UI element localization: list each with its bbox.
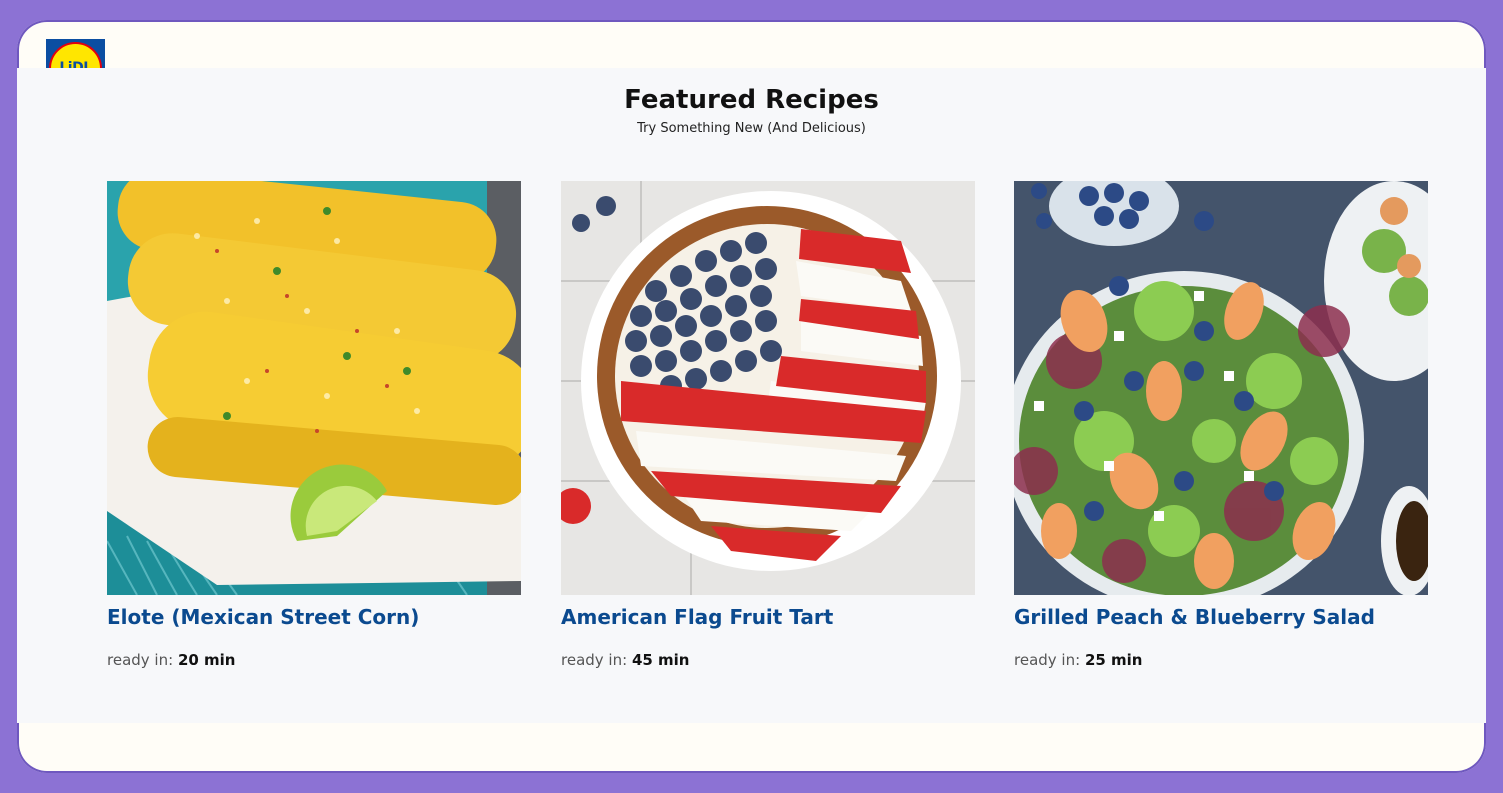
ready-time: 25 min bbox=[1084, 651, 1143, 669]
page-subtitle: Try Something New (And Delicious) bbox=[637, 121, 866, 136]
recipe-title[interactable]: Grilled Peach & Blueberry Salad bbox=[1014, 604, 1428, 630]
recipe-card-elote[interactable]: Elote (Mexican Street Corn) ready in: 20… bbox=[107, 181, 521, 669]
recipe-title[interactable]: Elote (Mexican Street Corn) bbox=[107, 604, 521, 630]
ready-label: ready in: bbox=[561, 651, 628, 669]
ready-time: 45 min bbox=[631, 651, 690, 669]
recipe-title[interactable]: American Flag Fruit Tart bbox=[561, 604, 975, 630]
ready-label: ready in: bbox=[107, 651, 174, 669]
browser-frame: LiDL Featured Recipes Try Something New … bbox=[17, 20, 1486, 773]
recipe-card-fruit-tart[interactable]: American Flag Fruit Tart ready in: 45 mi… bbox=[561, 181, 975, 669]
page-title: Featured Recipes bbox=[624, 85, 879, 115]
salad-photo[interactable] bbox=[1014, 181, 1428, 595]
featured-recipes-section: Featured Recipes Try Something New (And … bbox=[17, 68, 1486, 723]
recipe-card-peach-salad[interactable]: Grilled Peach & Blueberry Salad ready in… bbox=[1014, 181, 1428, 669]
ready-in: ready in: 25 min bbox=[1014, 651, 1142, 669]
corn-photo[interactable] bbox=[107, 181, 521, 595]
ready-time: 20 min bbox=[177, 651, 236, 669]
fruit-tart-photo[interactable] bbox=[561, 181, 975, 595]
ready-in: ready in: 20 min bbox=[107, 651, 235, 669]
ready-label: ready in: bbox=[1014, 651, 1081, 669]
ready-in: ready in: 45 min bbox=[561, 651, 689, 669]
